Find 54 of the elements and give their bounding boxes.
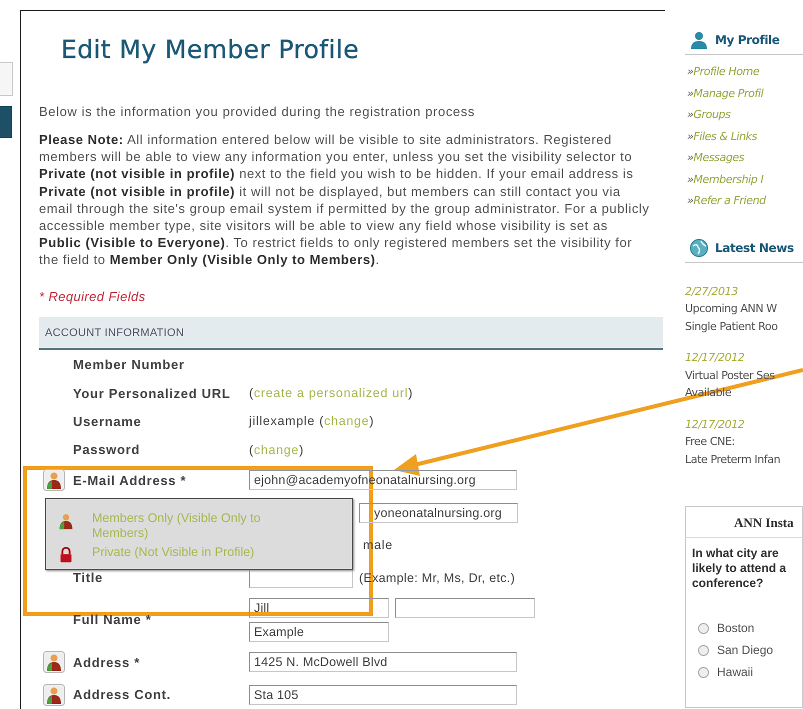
input-field[interactable]: Example (249, 622, 389, 642)
intro-text: Below is the information you provided during the registration process (39, 104, 476, 119)
input-field[interactable] (395, 598, 535, 618)
radio-button[interactable] (698, 666, 709, 678)
person-icon[interactable] (43, 469, 65, 492)
sidebar-link[interactable]: »Membership I (687, 168, 803, 190)
field-label: Full Name * (73, 612, 152, 628)
sidebar-link[interactable]: »Groups (687, 104, 803, 126)
field-value: (create a personalized url) (249, 386, 414, 400)
poll-question: likely to attend a (692, 561, 788, 576)
input-field[interactable]: Jill (249, 598, 389, 618)
person-icon[interactable] (43, 684, 65, 706)
page-title: Edit My Member Profile (61, 35, 360, 64)
sidebar-heading: My Profile (715, 33, 780, 47)
field-label: Address Cont. (73, 687, 171, 702)
field-label: Member Number (73, 357, 185, 372)
news-date: 12/17/2012 (685, 416, 746, 432)
sidebar-link[interactable]: »Messages (687, 147, 803, 168)
field-label: Password (73, 442, 140, 458)
globe-icon (689, 238, 709, 258)
option-label: Hawaii (717, 665, 754, 679)
field-label: Username (73, 414, 142, 429)
field-value: jillexample (change) (249, 414, 374, 428)
news-link[interactable]: Upcoming ANN W (685, 300, 803, 318)
field-label: Title (73, 570, 103, 586)
news-link[interactable]: Free CNE: (685, 433, 803, 450)
field-value: (change) (249, 442, 304, 457)
person-icon (689, 30, 709, 50)
news-date: 12/17/2012 (685, 350, 746, 366)
field-label: E-Mail Address * (73, 472, 186, 488)
radio-button[interactable] (698, 644, 709, 656)
required-note: * Required Fields (39, 288, 147, 304)
sidebar-link[interactable]: »Refer a Friend (687, 190, 803, 212)
news-date: 2/27/2013 (685, 284, 739, 300)
option-label: Boston (717, 621, 754, 635)
input-field[interactable]: yoneonatalnursing.org (359, 502, 518, 523)
sidebar-link[interactable]: »Profile Home (687, 61, 803, 82)
note-paragraph: Please Note: All information entered below will be visible to site administrators. Registered members will be able to view any information you enter, unless you set the visibility selector to Private (not visible in profile) next to the field you wish to be hidden. If your email address is Private (not visible in profile) it will not be displayed, but members can still contact you via email through the site's group email system if permitted by the group administrator. For a publicly accessible member type, site visitors will be able to view any field whose visibility is set as Public (Visible to Everyone). To restrict fields to only registered members set the visibility for the field to Member Only (Visible Only to Members). (39, 131, 650, 269)
poll-question: conference? (692, 576, 764, 591)
option-label: San Diego (717, 643, 774, 657)
poll-question: In what city are (692, 546, 780, 561)
sidebar-link[interactable]: »Files & Links (687, 126, 803, 147)
sidebar-link[interactable]: »Manage Profil (687, 82, 803, 104)
news-link[interactable]: Late Preterm Infan (685, 450, 803, 468)
person-icon[interactable] (43, 651, 65, 674)
radio-button[interactable] (698, 622, 709, 634)
field-label: Address * (73, 654, 140, 670)
section-header: ACCOUNT INFORMATION (39, 316, 663, 350)
input-field[interactable]: Sta 105 (249, 684, 517, 705)
input-field[interactable]: 1425 N. McDowell Blvd (249, 652, 517, 672)
sidebar-heading: Latest News (715, 240, 794, 254)
poll-title: ANN Insta (686, 507, 802, 538)
news-link[interactable]: Single Patient Roo (685, 318, 803, 335)
field-label: Your Personalized URL (73, 386, 230, 401)
